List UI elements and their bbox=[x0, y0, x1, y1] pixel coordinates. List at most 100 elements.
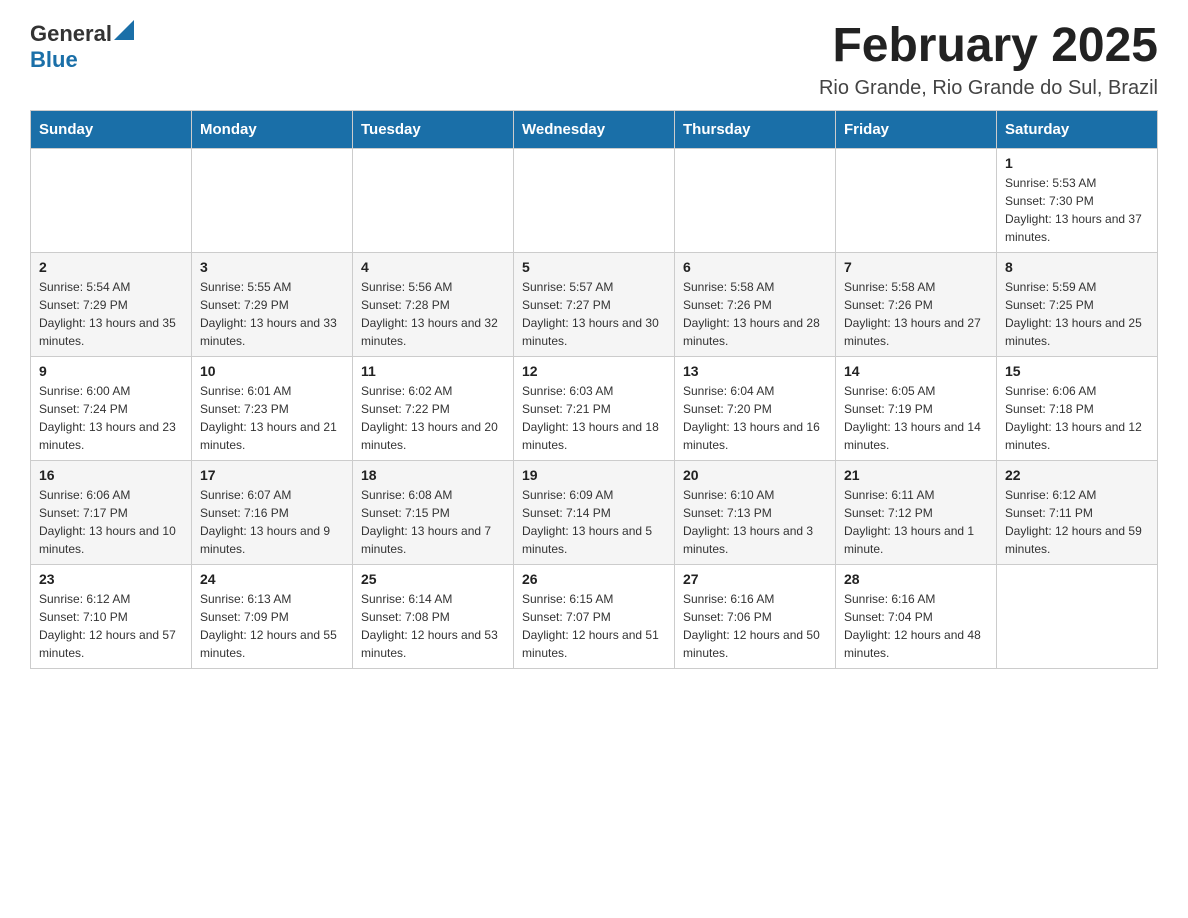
calendar-cell: 20 Sunrise: 6:10 AMSunset: 7:13 PMDayligh… bbox=[675, 460, 836, 564]
day-number: 9 bbox=[39, 363, 183, 379]
calendar-cell: 12 Sunrise: 6:03 AMSunset: 7:21 PMDayligh… bbox=[514, 356, 675, 460]
calendar-cell: 24 Sunrise: 6:13 AMSunset: 7:09 PMDayligh… bbox=[192, 564, 353, 668]
day-number: 26 bbox=[522, 571, 666, 587]
day-number: 4 bbox=[361, 259, 505, 275]
calendar-cell: 3Sunrise: 5:55 AMSunset: 7:29 PMDaylight… bbox=[192, 252, 353, 356]
day-number: 18 bbox=[361, 467, 505, 483]
calendar-cell: 28 Sunrise: 6:16 AMSunset: 7:04 PMDayligh… bbox=[836, 564, 997, 668]
day-number: 23 bbox=[39, 571, 183, 587]
day-number: 6 bbox=[683, 259, 827, 275]
day-info: Sunrise: 5:59 AMSunset: 7:25 PMDaylight:… bbox=[1005, 278, 1149, 350]
column-header-sunday: Sunday bbox=[31, 110, 192, 148]
day-info: Sunrise: 6:08 AMSunset: 7:15 PMDaylight:… bbox=[361, 486, 505, 558]
day-number: 20 bbox=[683, 467, 827, 483]
day-number: 14 bbox=[844, 363, 988, 379]
column-header-wednesday: Wednesday bbox=[514, 110, 675, 148]
calendar-cell: 1Sunrise: 5:53 AMSunset: 7:30 PMDaylight… bbox=[997, 148, 1158, 252]
calendar-cell bbox=[675, 148, 836, 252]
day-number: 19 bbox=[522, 467, 666, 483]
calendar-cell bbox=[353, 148, 514, 252]
calendar-week-row: 2Sunrise: 5:54 AMSunset: 7:29 PMDaylight… bbox=[31, 252, 1158, 356]
day-info: Sunrise: 6:04 AMSunset: 7:20 PMDaylight:… bbox=[683, 382, 827, 454]
calendar-cell bbox=[836, 148, 997, 252]
day-number: 15 bbox=[1005, 363, 1149, 379]
day-info: Sunrise: 6:16 AMSunset: 7:04 PMDaylight:… bbox=[844, 590, 988, 662]
day-info: Sunrise: 6:15 AMSunset: 7:07 PMDaylight:… bbox=[522, 590, 666, 662]
calendar-cell: 7 Sunrise: 5:58 AMSunset: 7:26 PMDaylight… bbox=[836, 252, 997, 356]
calendar-week-row: 1Sunrise: 5:53 AMSunset: 7:30 PMDaylight… bbox=[31, 148, 1158, 252]
day-number: 10 bbox=[200, 363, 344, 379]
column-header-friday: Friday bbox=[836, 110, 997, 148]
day-number: 13 bbox=[683, 363, 827, 379]
day-info: Sunrise: 5:57 AMSunset: 7:27 PMDaylight:… bbox=[522, 278, 666, 350]
day-number: 25 bbox=[361, 571, 505, 587]
day-number: 16 bbox=[39, 467, 183, 483]
day-info: Sunrise: 6:16 AMSunset: 7:06 PMDaylight:… bbox=[683, 590, 827, 662]
calendar-cell: 19 Sunrise: 6:09 AMSunset: 7:14 PMDayligh… bbox=[514, 460, 675, 564]
calendar-cell bbox=[514, 148, 675, 252]
calendar-week-row: 16Sunrise: 6:06 AMSunset: 7:17 PMDayligh… bbox=[31, 460, 1158, 564]
day-number: 17 bbox=[200, 467, 344, 483]
calendar-cell: 14 Sunrise: 6:05 AMSunset: 7:19 PMDayligh… bbox=[836, 356, 997, 460]
day-info: Sunrise: 5:58 AMSunset: 7:26 PMDaylight:… bbox=[683, 278, 827, 350]
day-info: Sunrise: 6:12 AMSunset: 7:10 PMDaylight:… bbox=[39, 590, 183, 662]
day-number: 7 bbox=[844, 259, 988, 275]
day-info: Sunrise: 6:14 AMSunset: 7:08 PMDaylight:… bbox=[361, 590, 505, 662]
calendar-cell: 13 Sunrise: 6:04 AMSunset: 7:20 PMDayligh… bbox=[675, 356, 836, 460]
calendar-cell bbox=[192, 148, 353, 252]
calendar-cell: 9Sunrise: 6:00 AMSunset: 7:24 PMDaylight… bbox=[31, 356, 192, 460]
calendar-cell: 10 Sunrise: 6:01 AMSunset: 7:23 PMDayligh… bbox=[192, 356, 353, 460]
calendar-cell: 18 Sunrise: 6:08 AMSunset: 7:15 PMDayligh… bbox=[353, 460, 514, 564]
calendar-cell: 6 Sunrise: 5:58 AMSunset: 7:26 PMDaylight… bbox=[675, 252, 836, 356]
calendar-cell bbox=[997, 564, 1158, 668]
day-number: 1 bbox=[1005, 155, 1149, 171]
calendar-cell: 21 Sunrise: 6:11 AMSunset: 7:12 PMDayligh… bbox=[836, 460, 997, 564]
day-info: Sunrise: 5:56 AMSunset: 7:28 PMDaylight:… bbox=[361, 278, 505, 350]
day-info: Sunrise: 6:05 AMSunset: 7:19 PMDaylight:… bbox=[844, 382, 988, 454]
calendar-week-row: 9Sunrise: 6:00 AMSunset: 7:24 PMDaylight… bbox=[31, 356, 1158, 460]
day-info: Sunrise: 6:13 AMSunset: 7:09 PMDaylight:… bbox=[200, 590, 344, 662]
day-number: 11 bbox=[361, 363, 505, 379]
day-info: Sunrise: 6:09 AMSunset: 7:14 PMDaylight:… bbox=[522, 486, 666, 558]
calendar-week-row: 23 Sunrise: 6:12 AMSunset: 7:10 PMDayligh… bbox=[31, 564, 1158, 668]
day-info: Sunrise: 6:10 AMSunset: 7:13 PMDaylight:… bbox=[683, 486, 827, 558]
day-number: 27 bbox=[683, 571, 827, 587]
calendar-cell: 5 Sunrise: 5:57 AMSunset: 7:27 PMDaylight… bbox=[514, 252, 675, 356]
page-header: General Blue February 2025 Rio Grande, R… bbox=[30, 20, 1158, 100]
day-info: Sunrise: 6:11 AMSunset: 7:12 PMDaylight:… bbox=[844, 486, 988, 558]
calendar-header-row: SundayMondayTuesdayWednesdayThursdayFrid… bbox=[31, 110, 1158, 148]
calendar-cell: 17 Sunrise: 6:07 AMSunset: 7:16 PMDayligh… bbox=[192, 460, 353, 564]
day-number: 8 bbox=[1005, 259, 1149, 275]
logo-triangle-icon bbox=[114, 20, 134, 40]
day-number: 2 bbox=[39, 259, 183, 275]
day-number: 28 bbox=[844, 571, 988, 587]
calendar-cell: 8 Sunrise: 5:59 AMSunset: 7:25 PMDaylight… bbox=[997, 252, 1158, 356]
calendar-cell: 25 Sunrise: 6:14 AMSunset: 7:08 PMDayligh… bbox=[353, 564, 514, 668]
day-info: Sunrise: 6:06 AMSunset: 7:18 PMDaylight:… bbox=[1005, 382, 1149, 454]
column-header-monday: Monday bbox=[192, 110, 353, 148]
calendar-cell: 23 Sunrise: 6:12 AMSunset: 7:10 PMDayligh… bbox=[31, 564, 192, 668]
day-info: Sunrise: 6:07 AMSunset: 7:16 PMDaylight:… bbox=[200, 486, 344, 558]
day-number: 21 bbox=[844, 467, 988, 483]
calendar-cell: 4 Sunrise: 5:56 AMSunset: 7:28 PMDaylight… bbox=[353, 252, 514, 356]
calendar-table: SundayMondayTuesdayWednesdayThursdayFrid… bbox=[30, 110, 1158, 669]
calendar-cell: 26 Sunrise: 6:15 AMSunset: 7:07 PMDayligh… bbox=[514, 564, 675, 668]
day-number: 5 bbox=[522, 259, 666, 275]
page-title: February 2025 bbox=[819, 20, 1158, 73]
day-number: 24 bbox=[200, 571, 344, 587]
day-info: Sunrise: 6:12 AMSunset: 7:11 PMDaylight:… bbox=[1005, 486, 1149, 558]
day-info: Sunrise: 5:58 AMSunset: 7:26 PMDaylight:… bbox=[844, 278, 988, 350]
day-info: Sunrise: 6:01 AMSunset: 7:23 PMDaylight:… bbox=[200, 382, 344, 454]
logo-text-blue: Blue bbox=[30, 47, 78, 72]
logo-text-general: General bbox=[30, 21, 112, 47]
page-subtitle: Rio Grande, Rio Grande do Sul, Brazil bbox=[819, 77, 1158, 100]
calendar-cell: 16Sunrise: 6:06 AMSunset: 7:17 PMDayligh… bbox=[31, 460, 192, 564]
day-info: Sunrise: 5:55 AMSunset: 7:29 PMDaylight:… bbox=[200, 278, 344, 350]
day-info: Sunrise: 6:03 AMSunset: 7:21 PMDaylight:… bbox=[522, 382, 666, 454]
day-number: 22 bbox=[1005, 467, 1149, 483]
day-number: 12 bbox=[522, 363, 666, 379]
calendar-cell: 2Sunrise: 5:54 AMSunset: 7:29 PMDaylight… bbox=[31, 252, 192, 356]
calendar-cell: 11Sunrise: 6:02 AMSunset: 7:22 PMDayligh… bbox=[353, 356, 514, 460]
title-section: February 2025 Rio Grande, Rio Grande do … bbox=[819, 20, 1158, 100]
logo: General Blue bbox=[30, 20, 134, 73]
